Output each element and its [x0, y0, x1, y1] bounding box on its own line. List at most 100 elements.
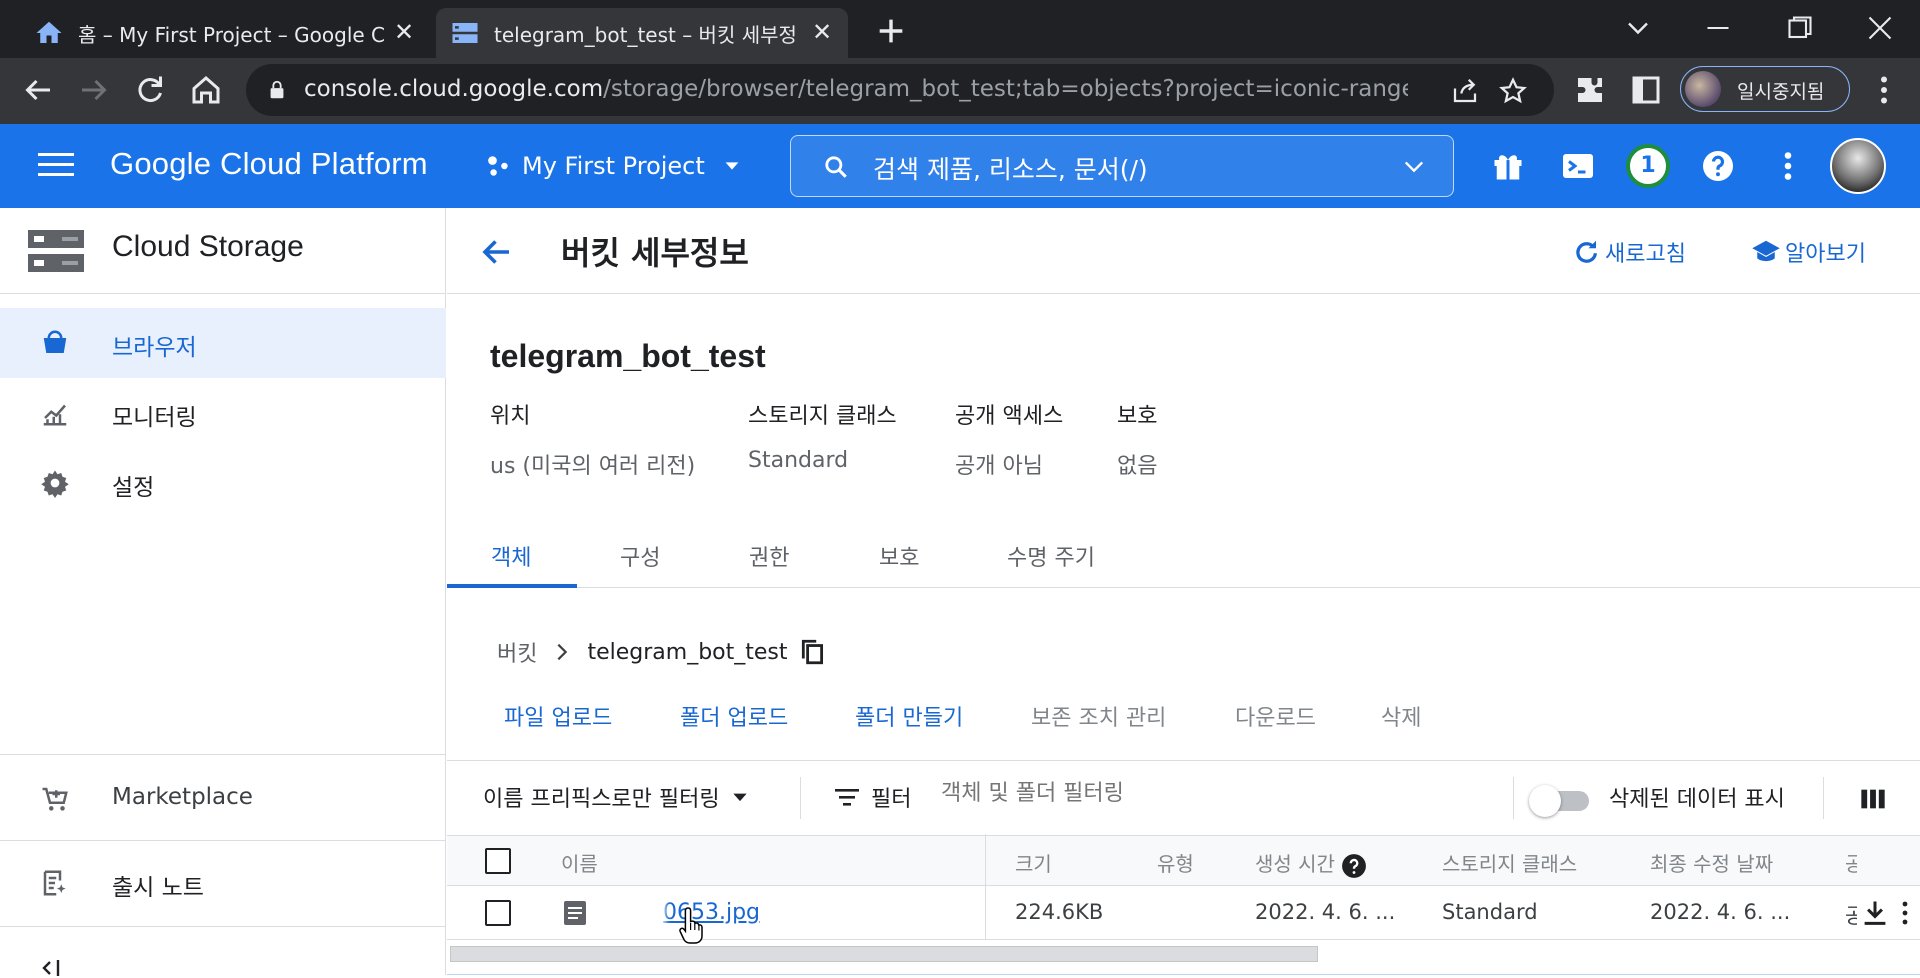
cell-created: 2022. 4. 6. ...	[1255, 900, 1396, 924]
divider	[0, 926, 446, 927]
column-header-size[interactable]: 크기	[1015, 848, 1052, 877]
close-icon[interactable]: ✕	[810, 20, 834, 45]
search-icon	[825, 156, 847, 178]
filter-list-icon	[835, 789, 859, 806]
minimize-icon[interactable]	[1700, 10, 1736, 46]
sidebar-item-label: 출시 노트	[112, 875, 204, 901]
back-arrow-icon[interactable]	[479, 234, 515, 270]
meta-location: 위치 us (미국의 여러 리전)	[490, 398, 695, 480]
tab-search-icon[interactable]	[1620, 10, 1656, 46]
tab-permissions[interactable]: 권한	[749, 540, 789, 572]
column-header-type[interactable]: 유형	[1157, 848, 1194, 877]
account-avatar[interactable]	[1830, 138, 1886, 194]
sidebar-item-browser[interactable]: 브라우저	[0, 308, 446, 378]
gift-icon[interactable]	[1490, 148, 1526, 184]
sidebar-item-release-notes[interactable]: 출시 노트	[0, 848, 446, 918]
extensions-icon[interactable]	[1572, 72, 1608, 108]
chevron-down-icon[interactable]	[1401, 156, 1427, 178]
table-row[interactable]: 0653.jpg 224.6KB 2022. 4. 6. ... Standar…	[447, 886, 1920, 940]
learn-button[interactable]: 알아보기	[1751, 234, 1866, 270]
row-checkbox[interactable]	[485, 900, 511, 926]
learn-label: 알아보기	[1785, 242, 1866, 267]
url-text: console.cloud.google.com/storage/browser…	[304, 76, 1408, 102]
tab-lifecycle[interactable]: 수명 주기	[1007, 540, 1095, 572]
redaction-overlay	[597, 896, 661, 930]
collapse-nav-icon[interactable]	[40, 958, 64, 978]
help-icon[interactable]	[1341, 853, 1367, 879]
gcp-logo[interactable]: Google Cloud Platform	[110, 146, 428, 182]
column-header-modified[interactable]: 최종 수정 날짜	[1650, 848, 1773, 877]
column-header-created[interactable]: 생성 시간	[1255, 848, 1367, 879]
column-resizer[interactable]	[985, 834, 986, 940]
home-icon[interactable]	[188, 72, 224, 108]
sidebar-item-label: 설정	[112, 475, 155, 501]
filter-bar: 이름 프리픽스로만 필터링 필터 삭제된 데이터 표시	[447, 760, 1920, 836]
upload-file-button[interactable]: 파일 업로드	[504, 700, 612, 732]
bucket-name: telegram_bot_test	[490, 338, 766, 374]
reload-icon[interactable]	[132, 72, 168, 108]
project-picker[interactable]: My First Project	[486, 148, 743, 184]
divider	[1513, 777, 1514, 819]
meta-key: 공개 액세스	[955, 404, 1064, 429]
file-icon	[564, 901, 586, 925]
active-tab-indicator	[447, 584, 577, 588]
cell-modified: 2022. 4. 6. ...	[1650, 900, 1791, 924]
new-tab-icon[interactable]	[874, 14, 908, 48]
column-header-name[interactable]: 이름	[561, 848, 598, 877]
lock-icon[interactable]	[266, 78, 288, 102]
filter-button[interactable]: 필터	[833, 781, 911, 813]
tab-configuration[interactable]: 구성	[620, 540, 660, 572]
notes-icon	[43, 870, 66, 896]
horizontal-scrollbar[interactable]	[450, 946, 1318, 962]
back-icon[interactable]	[20, 72, 56, 108]
meta-value: 없음	[1117, 454, 1158, 479]
more-vert-icon[interactable]	[1770, 148, 1806, 184]
close-window-icon[interactable]	[1862, 10, 1898, 46]
meta-value: us (미국의 여러 리전)	[490, 454, 696, 479]
refresh-label: 새로고침	[1605, 242, 1686, 267]
share-icon[interactable]	[1450, 76, 1480, 106]
show-deleted-label: 삭제된 데이터 표시	[1609, 787, 1785, 812]
select-all-checkbox[interactable]	[485, 848, 511, 874]
sidebar-item-monitoring[interactable]: 모니터링	[0, 378, 446, 448]
product-header: Cloud Storage	[0, 208, 446, 294]
project-icon	[488, 156, 508, 176]
upload-folder-button[interactable]: 폴더 업로드	[680, 700, 788, 732]
bookmark-star-icon[interactable]	[1498, 76, 1528, 106]
profile-button[interactable]: 일시중지됨	[1680, 66, 1850, 112]
url-host: console.cloud.google.com	[304, 76, 604, 102]
search-input[interactable]: 검색 제품, 리소스, 문서(/)	[790, 135, 1454, 197]
side-panel-icon[interactable]	[1628, 72, 1664, 108]
more-vert-icon[interactable]	[1895, 898, 1915, 928]
divider	[800, 777, 801, 819]
copy-icon[interactable]	[800, 638, 826, 666]
address-bar[interactable]: console.cloud.google.com/storage/browser…	[246, 64, 1554, 116]
tab-objects[interactable]: 객체	[491, 540, 531, 572]
forward-icon[interactable]	[76, 72, 112, 108]
show-deleted-toggle[interactable]	[1529, 785, 1591, 817]
column-display-icon[interactable]	[1859, 785, 1887, 813]
notification-badge[interactable]: 1	[1626, 144, 1670, 188]
menu-icon[interactable]	[38, 150, 74, 180]
column-header-storage-class[interactable]: 스토리지 클래스	[1442, 848, 1577, 877]
restore-icon[interactable]	[1782, 10, 1818, 46]
cloud-shell-icon[interactable]	[1560, 148, 1596, 184]
refresh-button[interactable]: 새로고침	[1571, 234, 1686, 270]
close-icon[interactable]: ✕	[392, 20, 416, 45]
download-icon[interactable]	[1861, 898, 1889, 928]
profile-status: 일시중지됨	[1737, 81, 1825, 103]
create-folder-button[interactable]: 폴더 만들기	[855, 700, 963, 732]
column-header-truncated[interactable]: 공	[1845, 848, 1857, 877]
prefix-filter-dropdown[interactable]: 이름 프리픽스로만 필터링	[483, 781, 750, 813]
browser-tab-home[interactable]: 홈 – My First Project – Google C ✕	[20, 8, 430, 58]
sidebar-item-label: 브라우저	[112, 335, 197, 361]
sidebar-item-marketplace[interactable]: Marketplace	[0, 764, 446, 834]
filter-input[interactable]	[941, 781, 1481, 806]
hand-pointer-icon	[679, 907, 703, 944]
browser-menu-icon[interactable]	[1866, 72, 1902, 108]
breadcrumb-root[interactable]: 버킷	[497, 636, 537, 668]
help-icon[interactable]	[1700, 148, 1736, 184]
sidebar-item-settings[interactable]: 설정	[0, 448, 446, 518]
browser-tab-bucket[interactable]: telegram_bot_test – 버킷 세부정 ✕	[436, 8, 848, 58]
tab-protection[interactable]: 보호	[879, 540, 919, 572]
